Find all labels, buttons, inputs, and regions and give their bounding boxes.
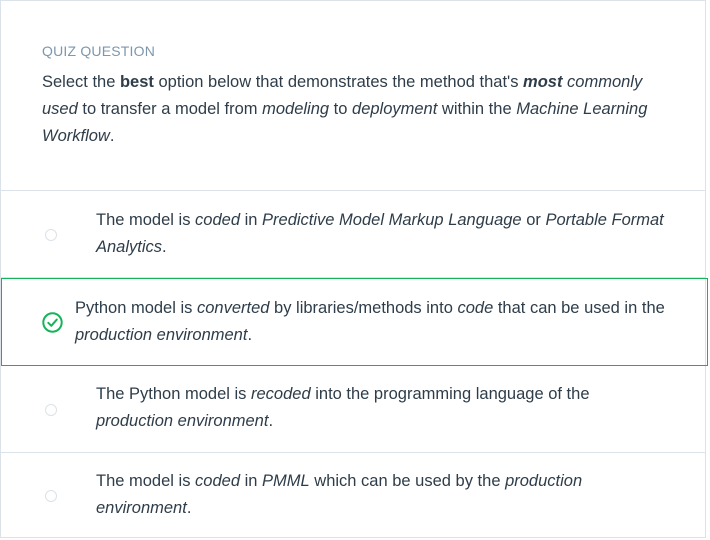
answer-option-2-selected[interactable]: Python model is converted by libraries/m… bbox=[1, 278, 708, 366]
answer-option-text: The model is coded in PMML which can be … bbox=[96, 468, 666, 522]
answer-text-part: . bbox=[162, 238, 167, 256]
answer-emphasis: production environment bbox=[75, 326, 248, 344]
answer-emphasis: coded bbox=[195, 211, 241, 229]
answer-emphasis: code bbox=[457, 299, 494, 317]
answer-text-part: that can be used in the bbox=[493, 299, 665, 317]
quiz-question-label: QUIZ QUESTION bbox=[42, 43, 156, 59]
answer-emphasis: Predictive Model Markup Language bbox=[262, 211, 522, 229]
answer-emphasis: production environment bbox=[96, 412, 269, 430]
answer-text-part: . bbox=[247, 326, 253, 344]
question-text-part: Select the bbox=[42, 73, 120, 91]
question-block: QUIZ QUESTION Select the best option bel… bbox=[1, 1, 705, 191]
answer-option-text: Python model is converted by libraries/m… bbox=[75, 295, 665, 349]
answer-text-part: . bbox=[268, 412, 274, 430]
question-text-part: to transfer a model from bbox=[77, 100, 263, 118]
answer-option-3[interactable]: The Python model is recoded into the pro… bbox=[1, 366, 705, 453]
radio-circle-icon[interactable] bbox=[45, 229, 57, 241]
answer-text-part: The Python model is bbox=[96, 385, 251, 403]
question-text-part: to bbox=[329, 100, 353, 118]
answer-text-part: into the programming language of the bbox=[310, 385, 590, 403]
radio-circle-icon[interactable] bbox=[45, 490, 57, 502]
question-emphasis-most: most bbox=[523, 73, 563, 91]
answer-text-part: in bbox=[240, 211, 263, 229]
answer-emphasis: PMML bbox=[262, 472, 310, 490]
answer-text-part: by libraries/methods into bbox=[269, 299, 458, 317]
radio-circle-icon[interactable] bbox=[45, 404, 57, 416]
answer-emphasis: coded bbox=[195, 472, 241, 490]
question-emphasis-modeling: modeling bbox=[262, 100, 330, 118]
quiz-card: QUIZ QUESTION Select the best option bel… bbox=[0, 0, 708, 539]
check-circle-icon[interactable] bbox=[42, 312, 63, 333]
question-text-part: option below that demonstrates the metho… bbox=[153, 73, 524, 91]
answer-option-1[interactable]: The model is coded in Predictive Model M… bbox=[1, 191, 705, 278]
answer-option-text: The model is coded in Predictive Model M… bbox=[96, 207, 666, 261]
answer-emphasis: converted bbox=[196, 299, 270, 317]
question-emphasis-best: best bbox=[119, 73, 154, 91]
answer-option-4[interactable]: The model is coded in PMML which can be … bbox=[1, 453, 705, 539]
answer-text-part: The model is bbox=[96, 211, 196, 229]
answer-text-part: Python model is bbox=[75, 299, 197, 317]
answer-text-part: . bbox=[186, 499, 192, 517]
answer-text-part: The model is bbox=[96, 472, 196, 490]
answer-text-part: or bbox=[521, 211, 546, 229]
answer-text-part: which can be used by the bbox=[309, 472, 506, 490]
question-text-part: . bbox=[109, 127, 115, 145]
answer-text-part: in bbox=[240, 472, 263, 490]
question-emphasis-deployment: deployment bbox=[352, 100, 438, 118]
answer-emphasis: recoded bbox=[251, 385, 311, 403]
question-text: Select the best option below that demons… bbox=[42, 69, 667, 150]
answer-option-text: The Python model is recoded into the pro… bbox=[96, 381, 666, 435]
question-text-part: within the bbox=[437, 100, 517, 118]
